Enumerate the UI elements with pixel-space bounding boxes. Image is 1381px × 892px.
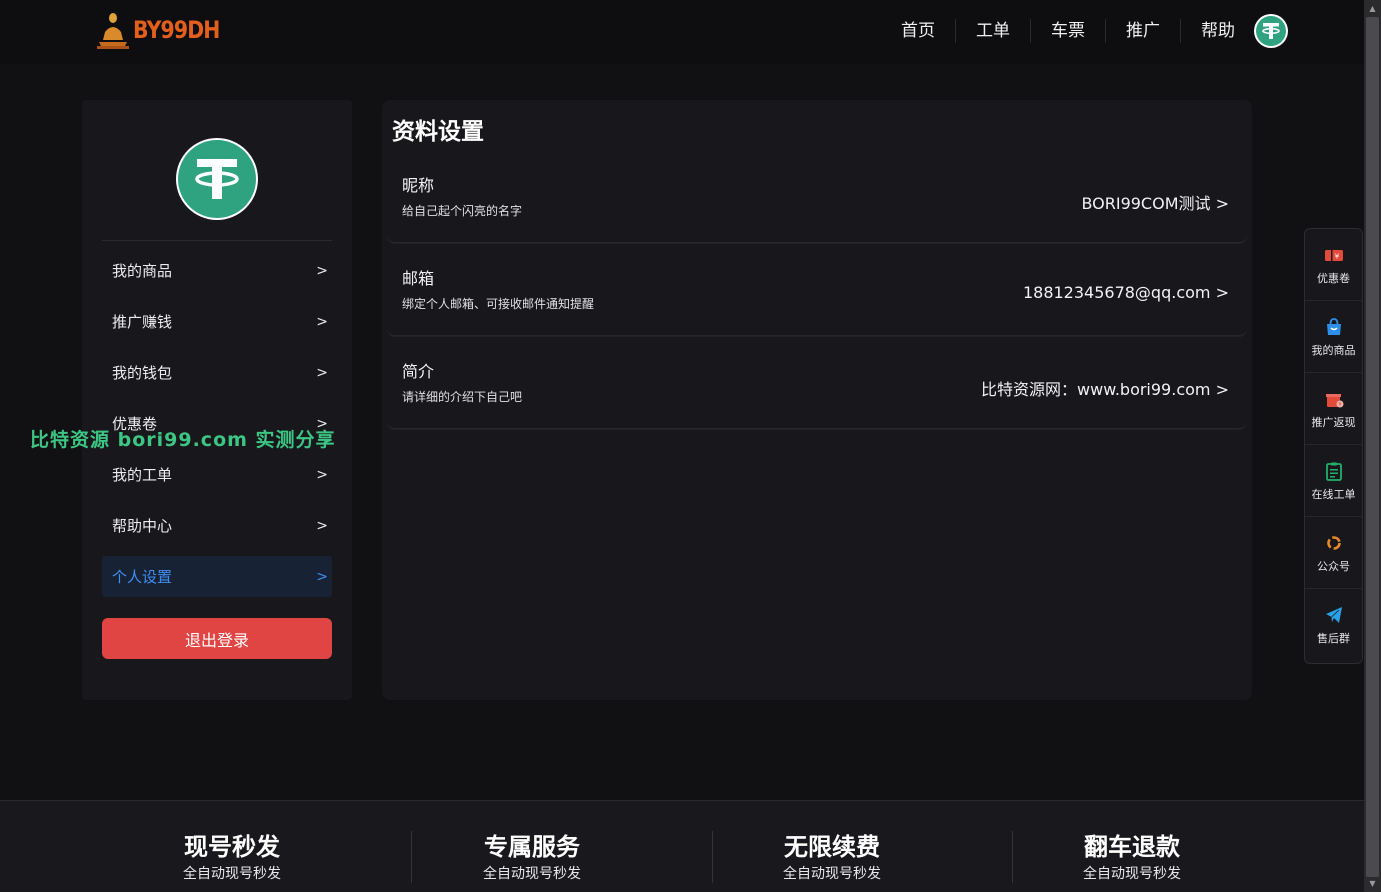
user-sidebar: 我的商品 > 推广赚钱 > 我的钱包 > 优惠卷 > 我的工单 > 帮助中心 >… [82,100,352,700]
user-avatar-icon[interactable] [1253,13,1289,49]
float-item-label: 优惠卷 [1317,271,1350,285]
sidebar-item-label: 我的商品 [112,262,173,280]
row-value[interactable]: BORI99COM测试 > [1081,190,1229,214]
float-item-label: 公众号 [1317,559,1350,573]
row-description: 给自己起个闪亮的名字 [402,204,523,218]
feature-subtitle: 全自动现号秒发 [1083,866,1181,882]
floating-quick-panel: ¥ 优惠卷 我的商品 ¥ 推广返现 在线工单 公众号 售后群 [1304,228,1363,664]
clipboard-icon [1325,462,1342,481]
chevron-right-icon: > [316,313,328,330]
settings-row-email[interactable]: 邮箱 绑定个人邮箱、可接收邮件通知提醒 18812345678@qq.com > [387,248,1247,336]
buddha-logo-icon [97,13,129,49]
coupon-icon: ¥ [1324,249,1343,261]
float-item-official-account[interactable]: 公众号 [1305,517,1362,589]
sidebar-item-label: 帮助中心 [112,517,173,535]
chevron-right-icon: > [316,364,328,381]
float-item-promo-cashback[interactable]: ¥ 推广返现 [1305,373,1362,445]
scroll-up-icon[interactable]: ▲ [1364,0,1381,17]
row-value[interactable]: 18812345678@qq.com > [1023,283,1229,302]
float-item-after-sales-group[interactable]: 售后群 [1305,589,1362,661]
nav-tickets[interactable]: 工单 [956,19,1031,43]
gift-icon: ¥ [1325,393,1343,408]
sidebar-item-promote-earn[interactable]: 推广赚钱 > [102,301,332,342]
feature-subtitle: 全自动现号秒发 [483,866,581,882]
feature-subtitle: 全自动现号秒发 [183,866,281,882]
top-header: BY99DH 首页 工单 车票 推广 帮助 [0,0,1364,64]
feature-title: 翻车退款 [1084,833,1180,861]
settings-row-bio[interactable]: 简介 请详细的介绍下自己吧 比特资源网：www.bori99.com > [387,341,1247,429]
svg-text:¥: ¥ [1338,402,1341,408]
sidebar-item-label: 我的工单 [112,466,173,484]
sidebar-item-help-center[interactable]: 帮助中心 > [102,505,332,546]
feature-exclusive-service: 专属服务 全自动现号秒发 [382,831,682,883]
svg-text:¥: ¥ [1334,252,1339,260]
nav-promote[interactable]: 推广 [1106,19,1181,43]
scroll-down-icon[interactable]: ▼ [1364,875,1381,892]
telegram-icon [1325,607,1342,623]
nav-home[interactable]: 首页 [881,19,956,43]
sidebar-item-label: 推广赚钱 [112,313,173,331]
float-item-label: 我的商品 [1311,343,1356,357]
nav-car-tickets[interactable]: 车票 [1031,19,1106,43]
feature-title: 无限续费 [784,833,880,861]
page-scrollbar[interactable]: ▲ ▼ [1364,0,1381,892]
scrollbar-thumb[interactable] [1366,17,1379,877]
float-item-label: 推广返现 [1311,415,1356,429]
site-logo[interactable]: BY99DH [95,10,235,50]
chevron-right-icon: > [316,517,328,534]
float-item-label: 在线工单 [1311,487,1356,501]
watermark-text: 比特资源 bori99.com 实测分享 [30,429,336,451]
settings-list: 昵称 给自己起个闪亮的名字 BORI99COM测试 > 邮箱 绑定个人邮箱、可接… [387,155,1247,434]
feature-title: 现号秒发 [184,833,280,861]
settings-row-nickname[interactable]: 昵称 给自己起个闪亮的名字 BORI99COM测试 > [387,155,1247,243]
float-item-online-ticket[interactable]: 在线工单 [1305,445,1362,517]
main-nav: 首页 工单 车票 推广 帮助 [881,13,1289,49]
wechat-official-icon [1326,535,1341,550]
sidebar-item-personal-settings[interactable]: 个人设置 > [102,556,332,597]
chevron-right-icon: > [316,262,328,279]
sidebar-divider [102,240,332,241]
sidebar-item-my-tickets[interactable]: 我的工单 > [102,454,332,495]
feature-subtitle: 全自动现号秒发 [783,866,881,882]
logo-text: BY99DH [133,16,220,44]
logout-button[interactable]: 退出登录 [102,618,332,659]
row-description: 绑定个人邮箱、可接收邮件通知提醒 [402,297,595,311]
sidebar-item-label: 个人设置 [112,568,173,586]
tether-avatar-icon [176,138,258,220]
feature-instant-delivery: 现号秒发 全自动现号秒发 [82,831,382,883]
row-label: 昵称 [402,176,435,195]
float-item-my-products[interactable]: 我的商品 [1305,301,1362,373]
feature-refund-guarantee: 翻车退款 全自动现号秒发 [982,831,1282,883]
sidebar-item-my-products[interactable]: 我的商品 > [102,250,332,291]
shopping-bag-icon [1326,317,1341,335]
sidebar-item-label: 我的钱包 [112,364,173,382]
profile-settings-panel: 资料设置 昵称 给自己起个闪亮的名字 BORI99COM测试 > 邮箱 绑定个人… [382,100,1252,700]
nav-help[interactable]: 帮助 [1181,19,1253,43]
feature-footer: 现号秒发 全自动现号秒发 专属服务 全自动现号秒发 无限续费 全自动现号秒发 翻… [0,800,1364,892]
chevron-right-icon: > [316,568,328,585]
float-item-label: 售后群 [1317,632,1350,645]
page-title: 资料设置 [392,119,484,145]
feature-unlimited-renewal: 无限续费 全自动现号秒发 [682,831,982,883]
feature-title: 专属服务 [484,833,580,861]
chevron-right-icon: > [316,466,328,483]
row-description: 请详细的介绍下自己吧 [402,390,523,404]
row-label: 邮箱 [402,269,435,288]
row-label: 简介 [402,362,435,381]
float-item-coupons[interactable]: ¥ 优惠卷 [1305,229,1362,301]
sidebar-item-wallet[interactable]: 我的钱包 > [102,352,332,393]
row-value[interactable]: 比特资源网：www.bori99.com > [981,376,1229,400]
